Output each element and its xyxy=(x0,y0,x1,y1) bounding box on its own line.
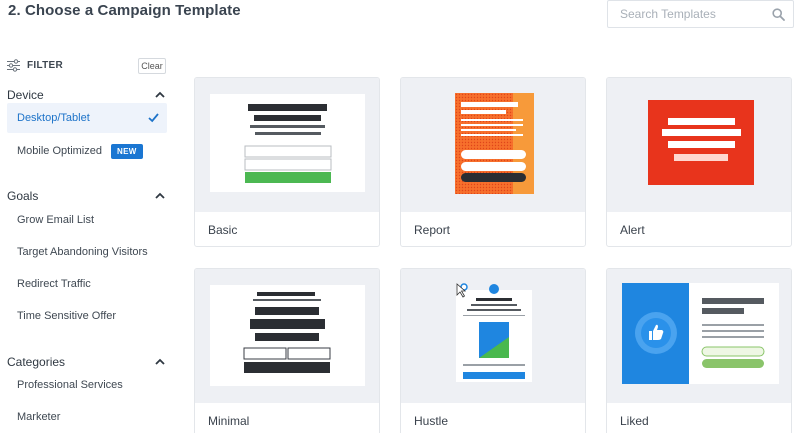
filter-item-desktop-tablet[interactable]: Desktop/Tablet xyxy=(7,103,167,133)
alert-preview-image xyxy=(648,100,754,185)
template-name: Liked xyxy=(620,414,649,428)
filter-row: FILTER Clear xyxy=(7,58,167,74)
filter-label: FILTER xyxy=(27,60,64,71)
template-thumbnail xyxy=(195,269,379,403)
template-name: Hustle xyxy=(414,414,449,428)
chevron-up-icon[interactable] xyxy=(155,90,165,100)
filter-item-marketer[interactable]: Marketer xyxy=(7,402,167,432)
clear-filters-button[interactable]: Clear xyxy=(138,58,166,74)
search-icon[interactable] xyxy=(772,8,785,21)
filter-item-time-sensitive-offer[interactable]: Time Sensitive Offer xyxy=(7,301,167,331)
filter-item-label: Grow Email List xyxy=(17,214,95,226)
filter-item-label: Target Abandoning Visitors xyxy=(17,246,148,258)
sliders-icon xyxy=(7,59,20,72)
template-name: Minimal xyxy=(208,414,250,428)
template-thumbnail xyxy=(607,269,791,403)
template-card-hustle[interactable]: Hustle xyxy=(400,268,586,433)
filter-item-professional-services[interactable]: Professional Services xyxy=(7,370,167,400)
group-title: Goals xyxy=(7,189,39,203)
filter-item-target-abandoning-visitors[interactable]: Target Abandoning Visitors xyxy=(7,237,167,267)
report-preview-image xyxy=(455,93,534,194)
filter-item-label: Mobile Optimized xyxy=(17,145,102,157)
filter-item-grow-email-list[interactable]: Grow Email List xyxy=(7,205,167,235)
chevron-up-icon[interactable] xyxy=(155,357,165,367)
search-input[interactable] xyxy=(608,1,768,27)
template-card-alert[interactable]: Alert xyxy=(606,77,792,247)
template-thumbnail xyxy=(607,78,791,212)
filter-item-label: Time Sensitive Offer xyxy=(17,310,117,322)
template-name: Alert xyxy=(620,223,645,237)
filter-item-label: Professional Services xyxy=(17,379,123,391)
checkmark-icon xyxy=(148,113,159,123)
filter-item-mobile-optimized[interactable]: Mobile Optimized NEW xyxy=(7,136,167,166)
template-thumbnail xyxy=(401,269,585,403)
search-box[interactable] xyxy=(607,0,794,28)
minimal-preview-image xyxy=(210,285,365,386)
group-header-categories[interactable]: Categories xyxy=(7,355,167,371)
hustle-preview-image xyxy=(456,283,532,382)
template-thumbnail xyxy=(401,78,585,212)
filter-item-redirect-traffic[interactable]: Redirect Traffic xyxy=(7,269,167,299)
chevron-up-icon[interactable] xyxy=(155,191,165,201)
filter-item-label: Desktop/Tablet xyxy=(17,112,90,124)
template-card-minimal[interactable]: Minimal xyxy=(194,268,380,433)
filter-item-label: Marketer xyxy=(17,411,61,423)
template-thumbnail xyxy=(195,78,379,212)
group-header-goals[interactable]: Goals xyxy=(7,189,167,205)
template-name: Basic xyxy=(208,223,238,237)
template-card-liked[interactable]: Liked xyxy=(606,268,792,433)
group-title: Device xyxy=(7,88,44,102)
template-name: Report xyxy=(414,223,451,237)
group-header-device[interactable]: Device xyxy=(7,88,167,104)
group-title: Categories xyxy=(7,355,66,369)
page-title: 2. Choose a Campaign Template xyxy=(8,2,241,19)
template-card-basic[interactable]: Basic xyxy=(194,77,380,247)
new-badge: NEW xyxy=(111,144,143,159)
filter-item-label: Redirect Traffic xyxy=(17,278,91,290)
template-card-report[interactable]: Report xyxy=(400,77,586,247)
liked-preview-image xyxy=(622,283,779,384)
basic-preview-image xyxy=(210,94,365,192)
